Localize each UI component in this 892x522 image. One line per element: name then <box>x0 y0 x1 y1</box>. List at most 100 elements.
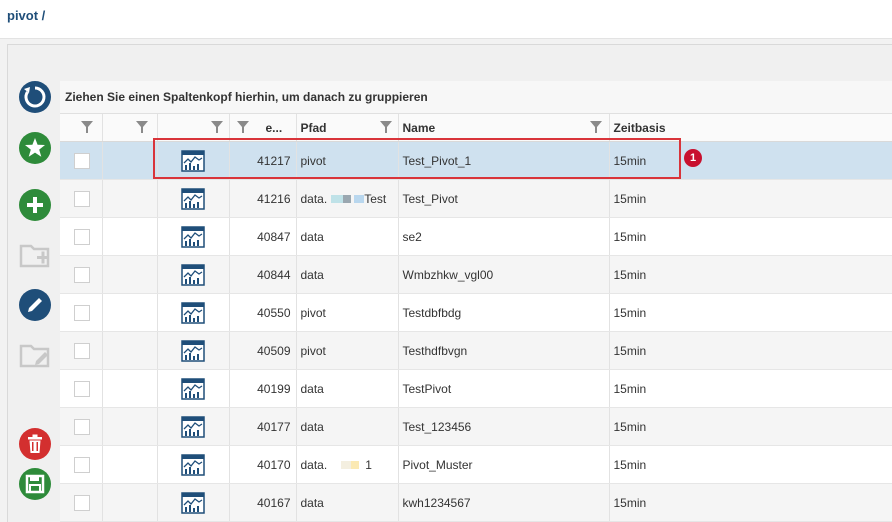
table-row[interactable]: 40550 pivot Testdbfbdg 15min <box>60 293 892 332</box>
row-select-cell[interactable] <box>60 141 103 180</box>
path-cell: data <box>296 255 399 294</box>
chart-report-icon <box>181 225 205 248</box>
filter-icon[interactable] <box>80 120 94 134</box>
empty-cell <box>102 217 158 256</box>
row-checkbox[interactable] <box>74 342 90 359</box>
row-checkbox[interactable] <box>74 456 90 473</box>
column-header-2[interactable] <box>102 114 158 142</box>
breadcrumb[interactable]: pivot / <box>7 8 45 23</box>
add-button[interactable] <box>18 188 52 222</box>
column-header-path[interactable]: Pfad <box>296 114 399 142</box>
row-checkbox[interactable] <box>74 190 90 207</box>
main-panel: Ziehen Sie einen Spaltenkopf hierhin, um… <box>7 44 892 522</box>
redacted-block <box>331 195 344 204</box>
column-header-id[interactable]: e... <box>229 114 297 142</box>
table-row[interactable]: 40177 data Test_123456 15min <box>60 407 892 446</box>
row-select-cell[interactable] <box>60 407 103 446</box>
table-row[interactable]: 40199 data TestPivot 15min <box>60 369 892 408</box>
filter-icon[interactable] <box>135 120 149 134</box>
redacted-block <box>341 461 352 470</box>
chart-report-icon <box>181 377 205 400</box>
filter-icon[interactable] <box>210 120 224 134</box>
type-cell <box>157 483 230 522</box>
type-cell <box>157 369 230 408</box>
time-cell: 15min <box>609 217 892 256</box>
delete-button[interactable] <box>18 427 52 461</box>
row-checkbox[interactable] <box>74 266 90 283</box>
grid-table: e... Pfad Name Zeitbasis 41217 pivot Tes… <box>60 114 892 522</box>
row-select-cell[interactable] <box>60 179 103 218</box>
table-row[interactable]: 40170 data. 1 Pivot_Muster 15min <box>60 445 892 484</box>
chart-report-icon <box>181 187 205 210</box>
path-cell: data. 1 <box>296 445 399 484</box>
empty-cell <box>102 369 158 408</box>
name-cell: Testhdfbvgn <box>398 331 610 370</box>
row-checkbox[interactable] <box>74 494 90 511</box>
table-row[interactable]: 40509 pivot Testhdfbvgn 15min <box>60 331 892 370</box>
time-cell: 15min <box>609 483 892 522</box>
empty-cell <box>102 331 158 370</box>
group-by-hint[interactable]: Ziehen Sie einen Spaltenkopf hierhin, um… <box>60 81 892 114</box>
table-row[interactable]: 41216 data. Test Test_Pivot 15min <box>60 179 892 218</box>
add-folder-button[interactable] <box>18 237 52 271</box>
refresh-button[interactable] <box>18 80 52 114</box>
path-cell: data <box>296 483 399 522</box>
time-cell: 15min <box>609 445 892 484</box>
chart-report-icon <box>181 339 205 362</box>
star-icon <box>19 132 51 164</box>
row-select-cell[interactable] <box>60 217 103 256</box>
column-header-type[interactable] <box>157 114 230 142</box>
filter-icon[interactable] <box>379 120 393 134</box>
row-checkbox[interactable] <box>74 380 90 397</box>
annotation-badge: 1 <box>684 149 702 167</box>
filter-icon[interactable] <box>236 120 250 134</box>
id-cell: 40847 <box>229 217 297 256</box>
type-cell <box>157 331 230 370</box>
row-checkbox[interactable] <box>74 152 90 169</box>
row-checkbox[interactable] <box>74 418 90 435</box>
row-select-cell[interactable] <box>60 255 103 294</box>
chart-report-icon <box>181 301 205 324</box>
time-cell: 15min <box>609 179 892 218</box>
table-row[interactable]: 40844 data Wmbzhkw_vgl00 15min <box>60 255 892 294</box>
row-select-cell[interactable] <box>60 331 103 370</box>
column-header-id-label: e... <box>265 121 283 135</box>
empty-cell <box>102 179 158 218</box>
column-header-name[interactable]: Name <box>398 114 610 142</box>
name-cell: kwh1234567 <box>398 483 610 522</box>
column-header-time[interactable]: Zeitbasis <box>609 114 892 142</box>
type-cell <box>157 217 230 256</box>
column-header-select[interactable] <box>60 114 103 142</box>
folder-edit-icon <box>19 344 50 368</box>
row-checkbox[interactable] <box>74 304 90 321</box>
pencil-icon <box>19 289 51 321</box>
path-suffix-text: 1 <box>365 457 372 472</box>
empty-cell <box>102 407 158 446</box>
id-cell: 41217 <box>229 141 297 180</box>
table-row[interactable]: 40167 data kwh1234567 15min <box>60 483 892 522</box>
grid-body: 41217 pivot Test_Pivot_1 15min 41216 dat… <box>60 141 892 522</box>
save-button[interactable] <box>18 467 52 501</box>
table-row[interactable]: 41217 pivot Test_Pivot_1 15min <box>60 141 892 180</box>
path-suffix-text: Test <box>364 191 387 206</box>
filter-icon[interactable] <box>589 120 603 134</box>
refresh-icon <box>19 81 51 113</box>
edit-button[interactable] <box>18 288 52 322</box>
path-cell: data <box>296 407 399 446</box>
row-select-cell[interactable] <box>60 483 103 522</box>
edit-folder-button[interactable] <box>18 337 52 371</box>
row-select-cell[interactable] <box>60 369 103 408</box>
column-header-name-label: Name <box>402 120 436 135</box>
favorite-button[interactable] <box>18 131 52 165</box>
table-row[interactable]: 40847 data se2 15min <box>60 217 892 256</box>
row-checkbox[interactable] <box>74 228 90 245</box>
name-cell: Test_123456 <box>398 407 610 446</box>
row-select-cell[interactable] <box>60 293 103 332</box>
row-select-cell[interactable] <box>60 445 103 484</box>
chart-report-icon <box>181 149 205 172</box>
empty-cell <box>102 445 158 484</box>
type-cell <box>157 445 230 484</box>
name-cell: TestPivot <box>398 369 610 408</box>
type-cell <box>157 407 230 446</box>
id-cell: 40167 <box>229 483 297 522</box>
